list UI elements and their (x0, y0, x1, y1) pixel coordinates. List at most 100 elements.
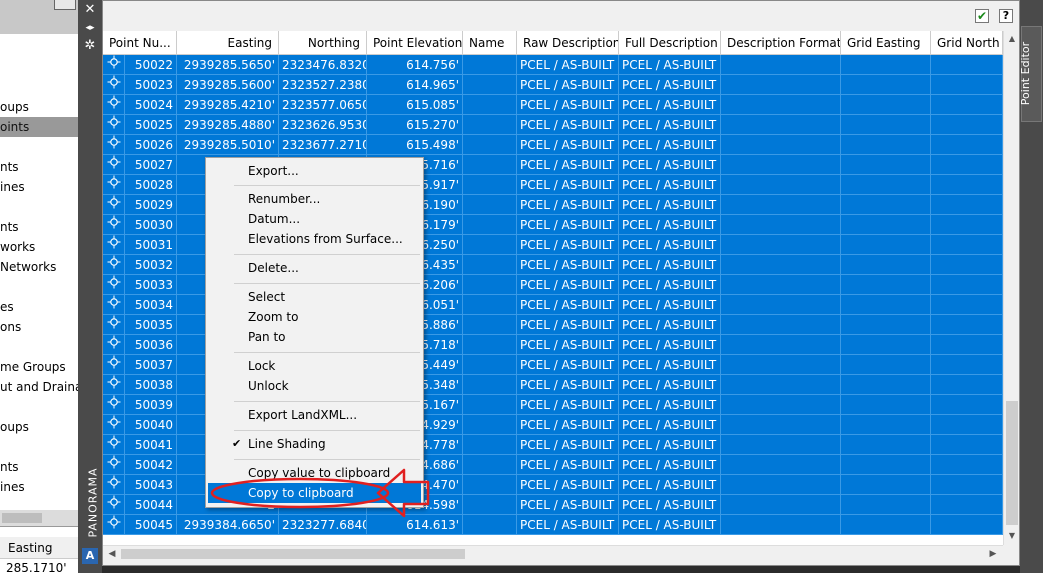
table-row[interactable]: 50026 2939285.5010' 2323677.2710' 615.498' P… (103, 135, 1003, 155)
table-cell[interactable]: PCEL / AS-BUILT 1 (619, 155, 721, 175)
table-cell[interactable] (463, 155, 517, 175)
table-cell[interactable]: PCEL / AS-BUILT 1 (517, 55, 619, 75)
table-cell[interactable] (463, 295, 517, 315)
table-cell[interactable]: PCEL / AS-BUILT 1 (517, 475, 619, 495)
table-cell[interactable]: 50033 (125, 275, 177, 295)
tree-item[interactable]: nts (0, 157, 78, 177)
table-cell[interactable] (463, 435, 517, 455)
grid-horizontal-scrollbar[interactable]: ◀ ▶ (103, 545, 1003, 561)
table-row[interactable]: 50023 2939285.5600' 2323527.2380' 614.965' P… (103, 75, 1003, 95)
table-row[interactable]: 50022 2939285.5650' 2323476.8320' 614.756' P… (103, 55, 1003, 75)
table-cell[interactable] (931, 75, 1003, 95)
menu-item[interactable]: Zoom to (208, 307, 421, 327)
table-cell[interactable]: 2323577.0650' (279, 95, 367, 115)
table-cell[interactable]: 50031 (125, 235, 177, 255)
table-cell[interactable] (931, 355, 1003, 375)
table-cell[interactable] (841, 355, 931, 375)
scroll-right-arrow-icon[interactable]: ▶ (987, 548, 999, 560)
table-cell[interactable] (931, 95, 1003, 115)
menu-item[interactable]: Copy value to clipboard (208, 463, 421, 483)
table-cell[interactable]: PCEL / AS-BUILT 1 (517, 435, 619, 455)
table-cell[interactable] (931, 135, 1003, 155)
auto-hide-icon[interactable]: ◂▸ (82, 20, 98, 36)
table-cell[interactable] (721, 75, 841, 95)
table-cell[interactable] (721, 335, 841, 355)
menu-item[interactable]: Export... (208, 161, 421, 181)
check-icon[interactable]: ✔ (975, 9, 989, 23)
table-cell[interactable]: 50029 (125, 195, 177, 215)
menu-item[interactable]: Unlock (208, 376, 421, 396)
menu-item[interactable]: Pan to (208, 327, 421, 347)
tree-item[interactable]: oups (0, 417, 78, 437)
table-cell[interactable]: 50044 (125, 495, 177, 515)
table-cell[interactable] (463, 255, 517, 275)
table-cell[interactable]: 50022 (125, 55, 177, 75)
table-cell[interactable] (841, 335, 931, 355)
table-cell[interactable] (841, 215, 931, 235)
table-cell[interactable]: PCEL / AS-BUILT 1 (517, 95, 619, 115)
table-cell[interactable]: PCEL / AS-BUILT 1 (517, 515, 619, 535)
table-cell[interactable] (931, 215, 1003, 235)
table-cell[interactable] (721, 375, 841, 395)
menu-item[interactable]: Delete... (208, 258, 421, 278)
table-cell[interactable] (931, 495, 1003, 515)
table-cell[interactable]: PCEL / AS-BUILT 1 (517, 415, 619, 435)
table-cell[interactable]: PCEL / AS-BUILT 1 (619, 235, 721, 255)
table-cell[interactable]: 50030 (125, 215, 177, 235)
horizontal-scroll-thumb[interactable] (121, 549, 465, 559)
table-cell[interactable] (841, 135, 931, 155)
scroll-left-arrow-icon[interactable]: ◀ (106, 548, 118, 560)
table-cell[interactable] (841, 75, 931, 95)
table-cell[interactable] (463, 335, 517, 355)
table-cell[interactable] (463, 495, 517, 515)
column-header[interactable]: Grid North (931, 31, 1003, 55)
table-cell[interactable] (463, 195, 517, 215)
scroll-up-arrow-icon[interactable]: ▲ (1006, 33, 1018, 45)
table-cell[interactable]: PCEL / AS-BUILT 1 (619, 255, 721, 275)
table-cell[interactable] (841, 235, 931, 255)
table-cell[interactable]: PCEL / AS-BUILT 1 (517, 495, 619, 515)
table-cell[interactable] (841, 495, 931, 515)
table-row[interactable]: 50025 2939285.4880' 2323626.9530' 615.270' P… (103, 115, 1003, 135)
table-cell[interactable]: PCEL / AS-BUILT 1 (619, 515, 721, 535)
tree-item[interactable]: nts (0, 217, 78, 237)
table-cell[interactable] (841, 195, 931, 215)
table-cell[interactable]: 50025 (125, 115, 177, 135)
table-cell[interactable] (463, 415, 517, 435)
table-cell[interactable]: PCEL / AS-BUILT 1 (517, 215, 619, 235)
table-cell[interactable]: PCEL / AS-BUILT 1 (619, 415, 721, 435)
tree-item[interactable]: oups (0, 97, 78, 117)
table-cell[interactable]: PCEL / AS-BUILT 1 (619, 195, 721, 215)
table-cell[interactable] (463, 275, 517, 295)
table-cell[interactable] (841, 95, 931, 115)
table-cell[interactable] (931, 455, 1003, 475)
table-cell[interactable]: 50039 (125, 395, 177, 415)
grid-vertical-scrollbar[interactable]: ▲ ▼ (1003, 31, 1019, 545)
table-cell[interactable] (721, 435, 841, 455)
tree-item[interactable]: ines (0, 177, 78, 197)
table-row[interactable]: 50045 2939384.6650' 2323277.6840' 614.613' P… (103, 515, 1003, 535)
table-cell[interactable]: 2939285.4880' (177, 115, 279, 135)
table-cell[interactable] (931, 155, 1003, 175)
column-header[interactable]: Raw Description (517, 31, 619, 55)
table-cell[interactable] (463, 515, 517, 535)
table-cell[interactable]: PCEL / AS-BUILT 1 (517, 175, 619, 195)
table-cell[interactable]: PCEL / AS-BUILT 1 (619, 455, 721, 475)
table-cell[interactable] (841, 155, 931, 175)
menu-item[interactable]: Select (208, 287, 421, 307)
tree-item[interactable]: ut and Drainag. (0, 377, 78, 397)
table-cell[interactable]: PCEL / AS-BUILT 1 (517, 235, 619, 255)
tree-item[interactable]: Networks (0, 257, 78, 277)
table-cell[interactable]: 615.498' (367, 135, 463, 155)
table-cell[interactable] (931, 435, 1003, 455)
table-cell[interactable]: 50038 (125, 375, 177, 395)
table-cell[interactable] (841, 435, 931, 455)
table-cell[interactable] (721, 295, 841, 315)
table-cell[interactable]: 2323677.2710' (279, 135, 367, 155)
table-cell[interactable] (841, 255, 931, 275)
menu-item[interactable]: Copy to clipboard (208, 483, 421, 503)
table-cell[interactable] (463, 95, 517, 115)
table-cell[interactable] (463, 135, 517, 155)
table-cell[interactable]: PCEL / AS-BUILT 1 (517, 355, 619, 375)
properties-icon[interactable]: ✲ (82, 38, 98, 54)
